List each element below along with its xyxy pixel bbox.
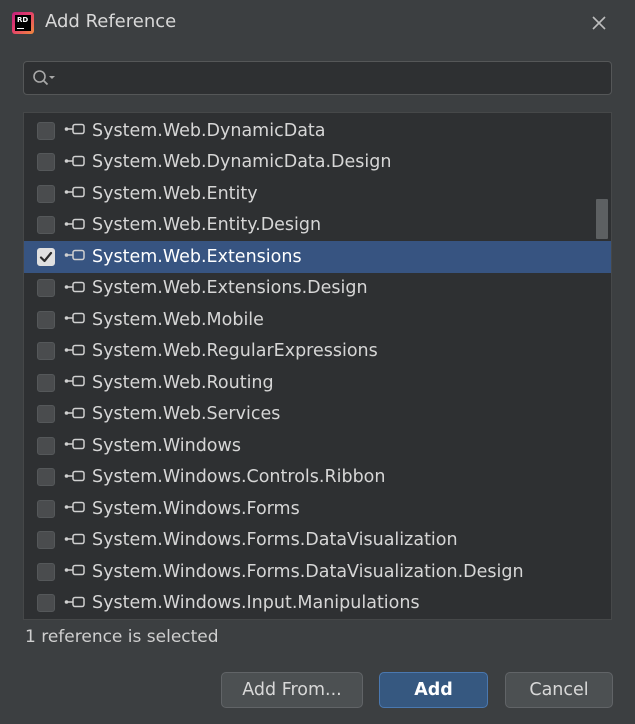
reference-label: System.Windows.Forms [92, 498, 300, 519]
add-button[interactable]: Add [379, 672, 488, 708]
assembly-reference-icon [64, 562, 86, 581]
search-input[interactable] [58, 66, 602, 92]
assembly-reference-icon [64, 153, 86, 172]
reference-row[interactable]: System.Windows.Forms [24, 493, 611, 525]
reference-checkbox[interactable] [37, 531, 55, 550]
reference-row[interactable]: System.Windows.Input.Manipulations [24, 588, 611, 620]
title-bar: RD Add Reference [0, 0, 635, 46]
reference-row[interactable]: System.Web.DynamicData.Design [24, 147, 611, 179]
reference-label: System.Web.RegularExpressions [92, 341, 378, 362]
assembly-reference-icon [64, 531, 86, 550]
cancel-button[interactable]: Cancel [505, 672, 613, 708]
reference-checkbox[interactable] [37, 121, 55, 140]
reference-checkbox[interactable] [37, 247, 55, 266]
assembly-reference-icon [64, 468, 86, 487]
assembly-reference-icon [64, 216, 86, 235]
reference-checkbox[interactable] [37, 310, 55, 329]
reference-label: System.Windows [92, 435, 241, 456]
assembly-reference-icon [64, 184, 86, 203]
dialog-title: Add Reference [45, 11, 177, 32]
close-icon[interactable] [588, 12, 610, 34]
reference-row[interactable]: System.Web.Services [24, 399, 611, 431]
assembly-reference-icon [64, 594, 86, 613]
reference-row[interactable]: System.Windows [24, 430, 611, 462]
reference-row[interactable]: System.Windows.Forms.DataVisualization.D… [24, 556, 611, 588]
search-box[interactable] [23, 61, 612, 95]
reference-checkbox[interactable] [37, 562, 55, 581]
search-icon[interactable] [32, 69, 56, 91]
reference-row[interactable]: System.Windows.Forms.DataVisualization [24, 525, 611, 557]
reference-checkbox[interactable] [37, 279, 55, 298]
reference-label: System.Web.DynamicData [92, 120, 326, 141]
reference-checkbox[interactable] [37, 184, 55, 203]
assembly-reference-icon [64, 121, 86, 140]
reference-checkbox[interactable] [37, 342, 55, 361]
reference-label: System.Web.Services [92, 404, 281, 425]
assembly-reference-icon [64, 310, 86, 329]
reference-label: System.Web.Entity [92, 183, 258, 204]
reference-checkbox[interactable] [37, 468, 55, 487]
reference-label: System.Web.Mobile [92, 309, 264, 330]
assembly-reference-icon [64, 405, 86, 424]
reference-label: System.Web.Extensions.Design [92, 278, 368, 299]
reference-list[interactable]: System.Web.DynamicData System.Web.Dynamic… [23, 112, 612, 620]
reference-checkbox[interactable] [37, 405, 55, 424]
reference-row[interactable]: System.Web.Mobile [24, 304, 611, 336]
reference-label: System.Web.Entity.Design [92, 215, 322, 236]
assembly-reference-icon [64, 279, 86, 298]
reference-checkbox[interactable] [37, 216, 55, 235]
checkmark-icon [39, 251, 53, 262]
reference-label: System.Web.Extensions [92, 246, 302, 267]
reference-row[interactable]: System.Web.Routing [24, 367, 611, 399]
reference-checkbox[interactable] [37, 594, 55, 613]
reference-checkbox[interactable] [37, 436, 55, 455]
reference-checkbox[interactable] [37, 153, 55, 172]
reference-label: System.Windows.Forms.DataVisualization [92, 530, 458, 551]
reference-checkbox[interactable] [37, 499, 55, 518]
reference-label: System.Windows.Controls.Ribbon [92, 467, 386, 488]
assembly-reference-icon [64, 373, 86, 392]
assembly-reference-icon [64, 436, 86, 455]
scrollbar-thumb[interactable] [596, 199, 608, 239]
reference-row[interactable]: System.Web.Extensions [24, 241, 611, 273]
reference-row[interactable]: System.Web.Entity [24, 178, 611, 210]
reference-row[interactable]: System.Web.DynamicData [24, 115, 611, 147]
reference-label: System.Web.Routing [92, 372, 274, 393]
reference-label: System.Web.DynamicData.Design [92, 152, 392, 173]
reference-row[interactable]: System.Web.Extensions.Design [24, 273, 611, 305]
reference-label: System.Windows.Input.Manipulations [92, 593, 420, 614]
reference-checkbox[interactable] [37, 373, 55, 392]
reference-row[interactable]: System.Web.Entity.Design [24, 210, 611, 242]
reference-row[interactable]: System.Windows.Controls.Ribbon [24, 462, 611, 494]
assembly-reference-icon [64, 499, 86, 518]
rider-logo-icon: RD [12, 12, 34, 34]
assembly-reference-icon [64, 342, 86, 361]
reference-label: System.Windows.Forms.DataVisualization.D… [92, 561, 524, 582]
reference-row[interactable]: System.Web.RegularExpressions [24, 336, 611, 368]
selection-status: 1 reference is selected [25, 627, 219, 647]
add-from-button[interactable]: Add From... [221, 672, 363, 708]
assembly-reference-icon [64, 247, 86, 266]
